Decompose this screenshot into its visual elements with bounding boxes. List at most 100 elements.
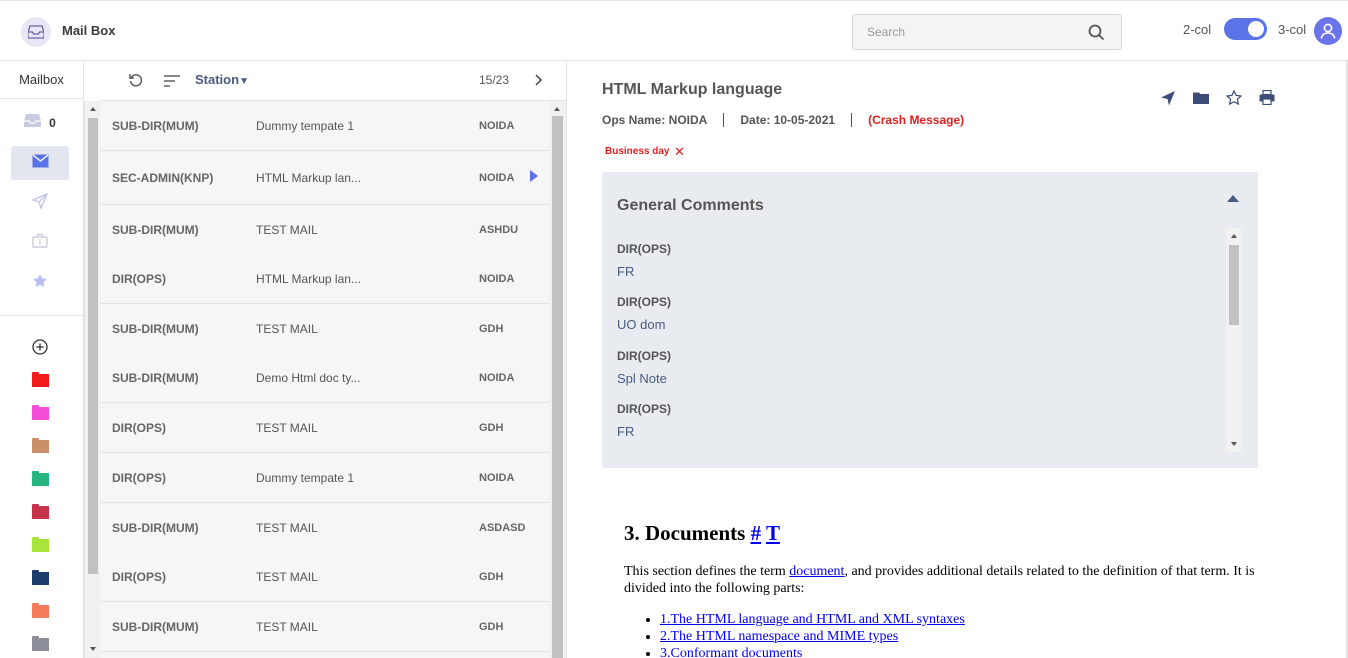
folder-icon[interactable] [32,372,49,387]
folder-icon[interactable] [32,471,49,486]
star-outline-icon[interactable] [1225,89,1243,111]
plus-circle-icon[interactable] [32,339,48,360]
scroll-thumb[interactable] [552,116,563,658]
mail-station: GDH [479,621,504,633]
refresh-icon[interactable] [128,72,144,93]
selected-indicator-icon [530,170,538,182]
folder-icon[interactable] [32,570,49,585]
nav-archive[interactable] [11,226,69,260]
left-nav: Mailbox 0 [0,61,84,658]
comment-author: DIR(OPS) [617,242,671,256]
mail-sender: DIR(OPS) [112,570,166,584]
chevron-right-icon[interactable] [533,73,543,92]
document-link[interactable]: document [789,564,844,579]
comment-text: Spl Note [617,371,667,386]
mail-station: GDH [479,422,504,434]
folder-icon[interactable] [32,504,49,519]
mail-sender: DIR(OPS) [112,421,166,435]
mail-row[interactable]: SEC-ADMIN(KNP) HTML Markup lan... NOIDA [100,151,549,205]
folder-icon[interactable] [32,537,49,552]
heading-t-link[interactable]: T [766,521,780,545]
mail-row[interactable]: SUB-DIR(MUM) TEST MAIL ASHDU [100,205,549,255]
doc-paragraph: This section defines the term document, … [624,563,1284,597]
doc-section-link[interactable]: 2.The HTML namespace and MIME types [660,629,898,644]
message-date: Date: 10-05-2021 [740,113,836,127]
mail-sender: DIR(OPS) [112,272,166,286]
mail-sender: SUB-DIR(MUM) [112,119,199,133]
two-col-label: 2-col [1183,22,1212,37]
station-sort-dropdown[interactable]: Station▼ [195,72,249,87]
message-meta: Ops Name: NOIDA Date: 10-05-2021 (Crash … [602,113,964,127]
pager-text: 15/23 [479,73,510,87]
star-icon [32,273,48,294]
scroll-down-icon[interactable] [90,647,96,651]
mail-row[interactable]: SUB-DIR(MUM) TEST MAIL ASDASD [100,503,549,553]
mail-list-pane: Station▼ 15/23 SUB-DIR(MUM) Dummy tempate… [100,61,567,658]
folder-icon[interactable] [32,636,49,651]
mail-row[interactable]: DIR(OPS) TEST MAIL GDH [100,552,549,602]
comment-text: FR [617,424,635,439]
remove-tag-icon[interactable]: ✕ [674,144,685,160]
mail-station: ASDASD [479,522,526,534]
tag-label: Business day [605,146,670,157]
search-input[interactable] [853,15,1083,49]
mail-row[interactable]: DIR(OPS) HTML Markup lan... NOIDA [100,254,549,304]
nav-starred[interactable] [11,266,69,300]
comments-scrollbar[interactable] [1226,228,1242,452]
app-title: Mail Box [62,23,116,38]
folder-icon[interactable] [1193,91,1209,109]
nav-scrollbar[interactable] [84,101,100,658]
scroll-down-icon[interactable] [1231,442,1237,446]
doc-section-link[interactable]: 3.Conformant documents [660,646,802,658]
column-view-toggle[interactable] [1224,18,1267,40]
nav-mail[interactable] [11,146,69,180]
sort-icon[interactable] [164,74,180,92]
mail-sender: SUB-DIR(MUM) [112,223,199,237]
nav-inbox[interactable]: 0 [11,106,69,140]
mail-subject: TEST MAIL [256,421,318,435]
heading-anchor-link[interactable]: # [751,521,762,545]
mail-row[interactable]: DIR(OPS) Dummy tempate 1 NOIDA [100,453,549,503]
list-scrollbar[interactable] [549,101,566,658]
mail-subject: TEST MAIL [256,322,318,336]
mail-subject: Dummy tempate 1 [256,119,355,133]
doc-list-item: 3.Conformant documents [660,645,1284,658]
mail-row[interactable]: SUB-DIR(MUM) TEST MAIL GDH [100,304,549,354]
doc-section-link[interactable]: 1.The HTML language and HTML and XML syn… [660,612,965,627]
comment-item: DIR(OPS) FR [617,402,917,439]
mail-row[interactable]: DIR(OPS) TEST MAIL GDH [100,403,549,453]
mail-sender: SUB-DIR(MUM) [112,521,199,535]
mail-row[interactable]: SUB-DIR(MUM) TEST MAIL GDH [100,602,549,652]
briefcase-icon [32,233,48,253]
caret-down-icon: ▼ [239,76,249,87]
mail-station: NOIDA [479,372,515,384]
comment-author: DIR(OPS) [617,402,671,416]
search-icon[interactable] [1088,24,1105,46]
mail-row[interactable]: SUB-DIR(MUM) Demo Html doc ty... NOIDA [100,353,549,403]
nav-sent[interactable] [11,186,69,220]
comments-title: General Comments [617,197,764,214]
scroll-thumb[interactable] [88,118,98,574]
mail-sender: SEC-ADMIN(KNP) [112,171,214,185]
folder-icon[interactable] [32,603,49,618]
inbox-count: 0 [49,116,56,130]
scroll-thumb[interactable] [1229,245,1239,325]
folder-icon[interactable] [32,438,49,453]
comment-text: UO dom [617,317,666,332]
mail-sender: SUB-DIR(MUM) [112,322,199,336]
search-box [852,14,1122,50]
mail-station: GDH [479,571,504,583]
station-sort-label: Station [195,72,240,87]
collapse-icon[interactable] [1227,195,1239,202]
mail-row[interactable]: SUB-DIR(MUM) Dummy tempate 1 NOIDA [100,101,549,151]
comment-text: FR [617,264,635,279]
send-icon[interactable] [1160,90,1176,111]
scroll-up-icon[interactable] [554,107,560,111]
nav-divider [0,315,84,316]
comment-item: DIR(OPS) UO dom [617,295,917,332]
folder-icon[interactable] [32,405,49,420]
user-avatar-icon[interactable] [1314,17,1342,45]
print-icon[interactable] [1259,89,1275,110]
scroll-up-icon[interactable] [90,107,96,111]
scroll-up-icon[interactable] [1231,234,1237,238]
